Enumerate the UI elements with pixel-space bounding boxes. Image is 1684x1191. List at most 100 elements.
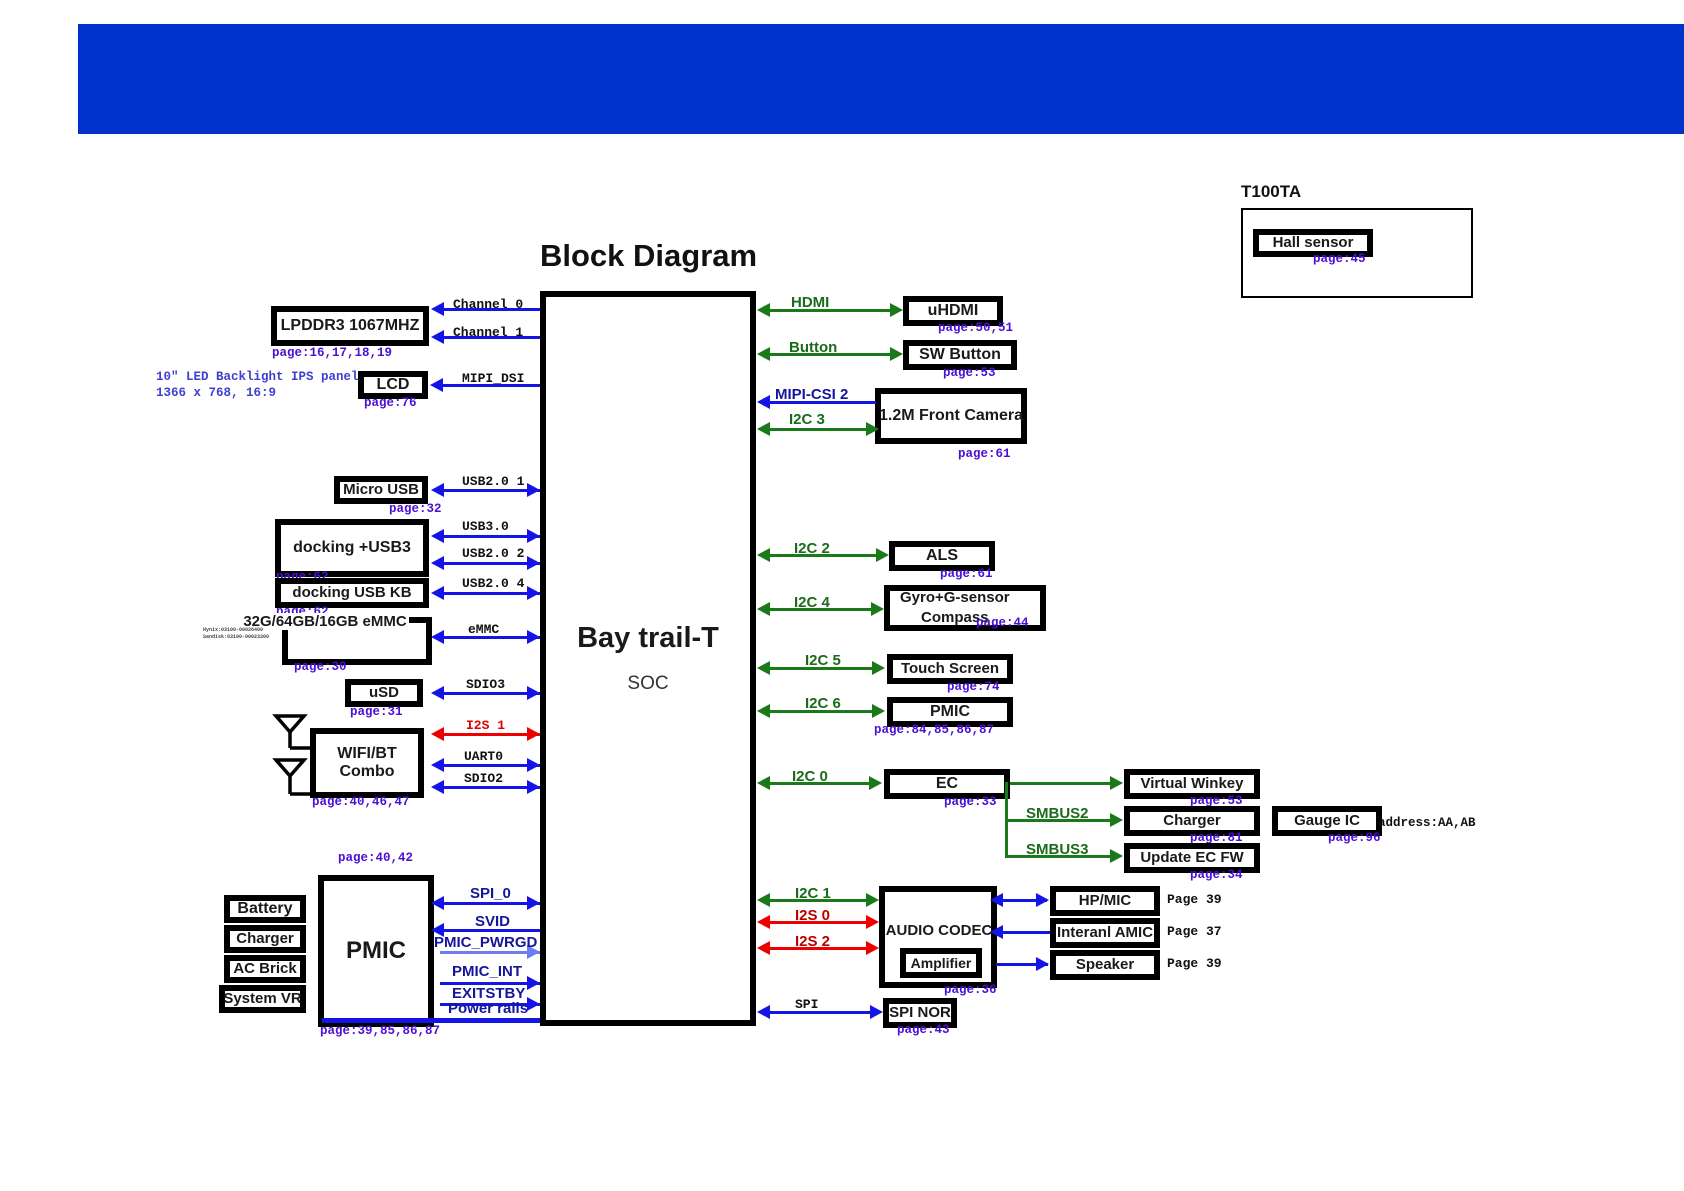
signal-svid: SVID: [475, 913, 511, 930]
block-pmic-left[interactable]: PMIC: [318, 875, 434, 1027]
block-system-vr[interactable]: System VR: [219, 985, 306, 1013]
block-docking-usb3[interactable]: docking +USB3: [275, 519, 429, 577]
page-usd: page:31: [350, 705, 403, 719]
signal-usb20-2: USB2.0 2: [462, 546, 525, 561]
note-panel: 10" LED Backlight IPS panel 1366 x 768, …: [156, 370, 359, 400]
arrowhead-channel1-left: [431, 330, 444, 344]
signal-button: Button: [789, 339, 838, 356]
arrowhead-i2s2-left: [757, 941, 770, 955]
page-lpddr3: page:16,17,18,19: [272, 346, 393, 360]
arrowhead-hp-mic-left: [990, 893, 1003, 907]
arrowhead-hp-mic-right: [1036, 893, 1049, 907]
block-lpddr3[interactable]: LPDDR3 1067MHZ: [271, 306, 429, 346]
arrowhead-i2c5-left: [757, 661, 770, 675]
signal-channel1: Channel 1: [453, 325, 524, 340]
arrowhead-i2c3-right: [866, 422, 879, 436]
signal-hdmi: HDMI: [791, 294, 830, 311]
arrowhead-update-ec-fw: [1110, 849, 1123, 863]
arrowhead-spi0-left: [431, 896, 444, 910]
wire-hdmi: [770, 309, 898, 312]
signal-sdio2: SDIO2: [464, 771, 504, 786]
page-als: page:61: [940, 567, 993, 581]
arrowhead-mipi-csi2-left: [757, 395, 770, 409]
wire-uart0: [444, 764, 540, 767]
arrowhead-button-left: [757, 347, 770, 361]
arrowhead-uart0-left: [431, 758, 444, 772]
arrowhead-usb20-1-right: [527, 483, 540, 497]
arrowhead-i2c2-right: [876, 548, 889, 562]
signal-i2s1: I2S 1: [466, 718, 506, 733]
signal-i2c3: I2C 3: [789, 411, 825, 428]
block-update-ec-fw-label: Update EC FW: [1140, 849, 1244, 867]
block-hp-mic[interactable]: HP/MIC: [1050, 886, 1160, 916]
arrowhead-virtual-winkey: [1110, 776, 1123, 790]
block-micro-usb[interactable]: Micro USB: [334, 476, 428, 504]
block-emmc[interactable]: 32G/64GB/16GB eMMC: [241, 613, 432, 665]
block-charger-left[interactable]: Charger: [224, 925, 306, 953]
arrowhead-spi0-right: [527, 896, 540, 910]
signal-i2c5: I2C 5: [805, 652, 841, 669]
arrowhead-sdio3-left: [431, 686, 444, 700]
arrowhead-pmic-int-right: [527, 976, 540, 990]
block-amplifier[interactable]: Amplifier: [900, 948, 982, 978]
block-usd[interactable]: uSD: [345, 679, 423, 707]
block-soc-sub: SOC: [627, 673, 669, 695]
block-speaker[interactable]: Speaker: [1050, 950, 1160, 980]
signal-i2c0: I2C 0: [792, 768, 828, 785]
block-internal-amic[interactable]: Interanl AMIC: [1050, 918, 1160, 948]
block-docking-usb-kb-label: docking USB KB: [292, 584, 412, 602]
arrowhead-i2s1-left: [431, 727, 444, 741]
wire-usb20-4: [444, 592, 540, 595]
arrowhead-spi-left: [757, 1005, 770, 1019]
block-ec-label: EC: [935, 774, 959, 792]
arrowhead-i2c3-left: [757, 422, 770, 436]
arrowhead-usb20-2-right: [527, 556, 540, 570]
block-lcd[interactable]: LCD: [358, 371, 428, 399]
block-front-camera-label: 1.2M Front Camera: [878, 406, 1024, 424]
arrowhead-usb20-4-right: [527, 586, 540, 600]
arrowhead-usb20-4-left: [431, 586, 444, 600]
block-wifi-bt-combo[interactable]: WIFI/BT Combo: [310, 728, 424, 798]
block-soc[interactable]: Bay trail-T SOC: [540, 291, 756, 1026]
arrowhead-button-right: [890, 347, 903, 361]
block-docking-usb-kb[interactable]: docking USB KB: [275, 578, 429, 608]
signal-usb20-4: USB2.0 4: [462, 576, 525, 591]
signal-spi: SPI: [795, 997, 819, 1012]
block-hp-mic-label: HP/MIC: [1078, 892, 1132, 910]
block-uhdmi-label: uHDMI: [927, 301, 979, 319]
arrowhead-i2c0-right: [869, 776, 882, 790]
block-audio-codec-label: AUDIO CODEC: [885, 922, 993, 940]
signal-i2s0: I2S 0: [795, 907, 831, 924]
block-soc-name: Bay trail-T: [577, 621, 719, 654]
page-spi-nor: page:43: [897, 1023, 950, 1037]
page-lcd: page:76: [364, 396, 417, 410]
block-battery[interactable]: Battery: [224, 895, 306, 923]
arrowhead-spi-right: [870, 1005, 883, 1019]
arrowhead-i2c1-right: [866, 893, 879, 907]
arrowhead-i2s2-right: [866, 941, 879, 955]
page-micro-usb: page:32: [389, 502, 442, 516]
page-emmc: page:30: [294, 660, 347, 674]
arrowhead-i2c4-left: [757, 602, 770, 616]
arrowhead-i2c2-left: [757, 548, 770, 562]
arrowhead-i2s0-left: [757, 915, 770, 929]
arrowhead-i2c4-right: [871, 602, 884, 616]
arrowhead-charger-right: [1110, 813, 1123, 827]
note-emmc-part-numbers: Hynix:03100-00026400 Sandisk:03100-00023…: [203, 627, 270, 640]
arrowhead-emmc-right: [527, 630, 540, 644]
wire-i2c3: [770, 428, 876, 431]
signal-sdio3: SDIO3: [466, 677, 506, 692]
wire-sdio2: [444, 786, 540, 789]
signal-usb30: USB3.0: [462, 519, 509, 534]
signal-smbus2: SMBUS2: [1026, 805, 1089, 822]
block-ac-brick[interactable]: AC Brick: [224, 955, 306, 983]
arrowhead-hdmi-right: [890, 303, 903, 317]
signal-i2c6: I2C 6: [805, 695, 841, 712]
block-pmic-left-label: PMIC: [346, 937, 406, 965]
block-front-camera[interactable]: 1.2M Front Camera: [875, 388, 1027, 444]
arrowhead-hdmi-left: [757, 303, 770, 317]
arrowhead-speaker-right: [1036, 957, 1049, 971]
block-charger-right-label: Charger: [1163, 812, 1221, 830]
page-uhdmi: page:50,51: [938, 321, 1014, 335]
note-amic-page: Page 37: [1167, 924, 1222, 939]
